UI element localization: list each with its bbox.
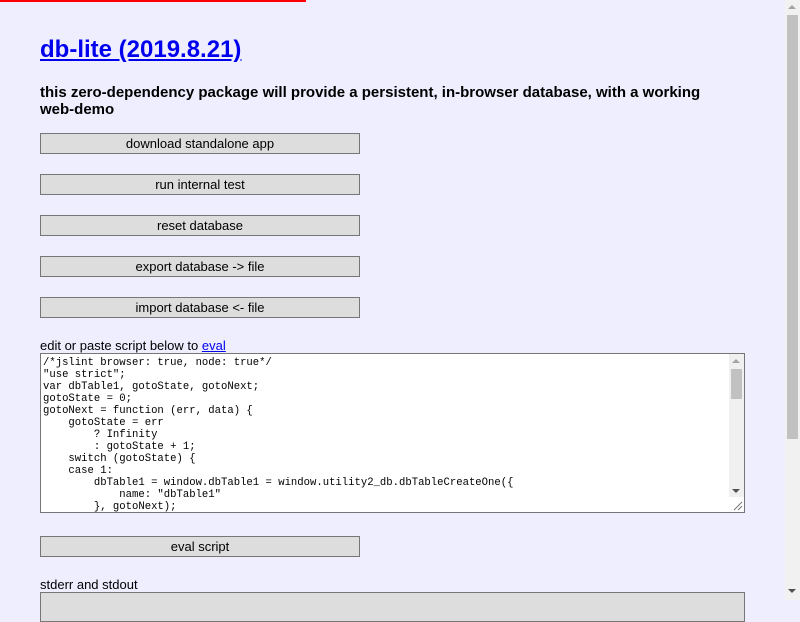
progress-bar-fill xyxy=(0,0,307,2)
script-editor-code[interactable]: /*jslint browser: true, node: true*/ "us… xyxy=(41,354,730,512)
resize-grip-icon[interactable] xyxy=(729,497,744,512)
output-textarea[interactable] xyxy=(40,592,745,622)
import-database-button[interactable]: import database <- file xyxy=(40,297,360,318)
output-label: stderr and stdout xyxy=(40,577,138,592)
download-standalone-app-button[interactable]: download standalone app xyxy=(40,133,360,154)
script-editor[interactable]: /*jslint browser: true, node: true*/ "us… xyxy=(40,353,745,513)
page-title: db-lite (2019.8.21) xyxy=(40,34,241,66)
editor-label-text: edit or paste script below to xyxy=(40,338,202,353)
editor-scrollbar[interactable] xyxy=(729,354,744,497)
progress-bar xyxy=(0,0,785,2)
eval-script-button[interactable]: eval script xyxy=(40,536,360,557)
run-internal-test-button[interactable]: run internal test xyxy=(40,174,360,195)
page-scrollbar[interactable] xyxy=(785,0,800,600)
editor-label: edit or paste script below to eval xyxy=(40,338,226,354)
chevron-down-icon[interactable] xyxy=(732,489,740,493)
chevron-up-icon[interactable] xyxy=(788,5,796,9)
reset-database-button[interactable]: reset database xyxy=(40,215,360,236)
eval-link[interactable]: eval xyxy=(202,338,226,353)
title-link[interactable]: db-lite (2019.8.21) xyxy=(40,36,241,63)
export-database-button[interactable]: export database -> file xyxy=(40,256,360,277)
chevron-down-icon[interactable] xyxy=(788,589,796,593)
page-scrollbar-thumb[interactable] xyxy=(787,15,798,439)
page-description: this zero-dependency package will provid… xyxy=(40,84,701,118)
editor-scrollbar-thumb[interactable] xyxy=(731,369,742,399)
chevron-up-icon[interactable] xyxy=(732,359,740,363)
